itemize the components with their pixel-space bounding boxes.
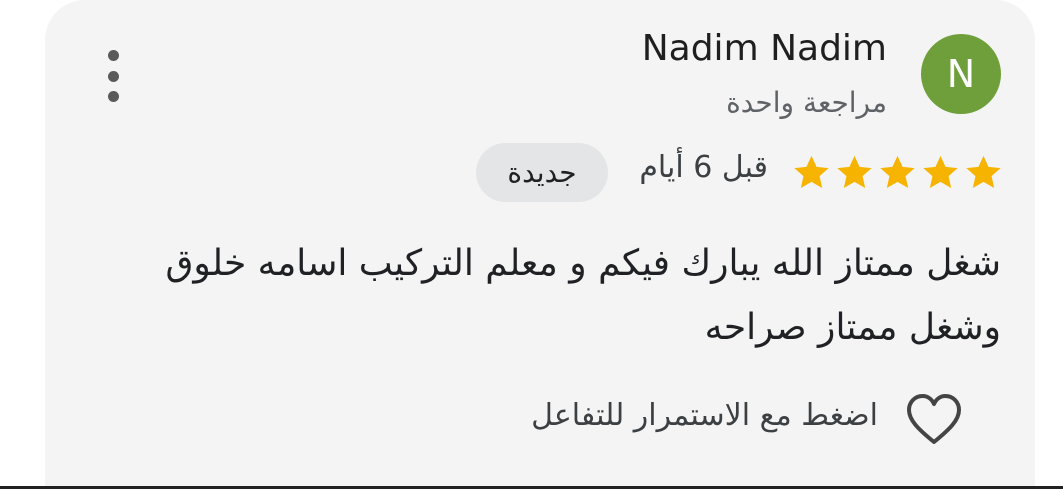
- heart-icon[interactable]: [904, 392, 964, 446]
- avatar-initial: N: [946, 52, 976, 96]
- new-badge-label: جديدة: [507, 156, 577, 189]
- react-hint-label[interactable]: اضغط مع الاستمرار للتفاعل: [531, 398, 878, 433]
- star-icon: [880, 155, 915, 189]
- more-options-icon[interactable]: [101, 50, 125, 102]
- star-icon: [837, 155, 872, 189]
- more-dot-icon: [107, 91, 119, 102]
- star-icon: [966, 155, 1001, 189]
- star-icon: [794, 155, 829, 189]
- author-reviews-count: مراجعة واحدة: [726, 86, 887, 119]
- more-dot-icon: [107, 50, 119, 61]
- author-name[interactable]: Nadim Nadim: [642, 28, 887, 69]
- star-rating: [790, 152, 1005, 194]
- more-dot-icon: [107, 70, 119, 82]
- review-time: قبل 6 أيام: [639, 150, 768, 185]
- review-text: شغل ممتاز الله يبارك فيكم و معلم التركيب…: [165, 243, 1002, 348]
- avatar[interactable]: N: [921, 34, 1001, 114]
- new-badge: جديدة: [476, 143, 608, 202]
- star-icon: [923, 155, 958, 189]
